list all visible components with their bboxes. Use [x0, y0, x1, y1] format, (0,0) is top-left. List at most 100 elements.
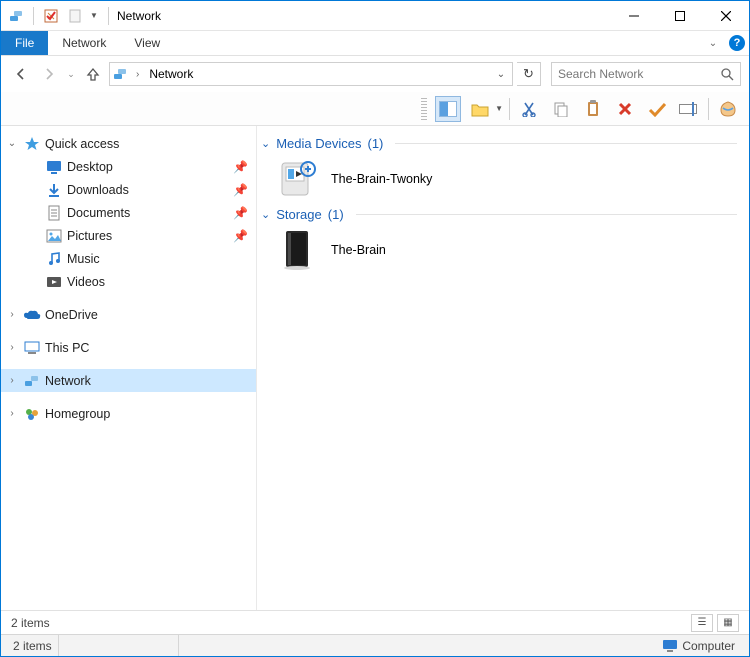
expand-icon[interactable]: ›	[1, 309, 23, 320]
navigation-pane[interactable]: ⌄ Quick access · Desktop 📌 · Downloads 📌	[1, 126, 257, 610]
sidebar-item-documents[interactable]: · Documents 📌	[1, 201, 256, 224]
tab-view[interactable]: View	[120, 31, 174, 55]
window-title: Network	[113, 9, 161, 23]
sidebar-item-label: Downloads	[67, 183, 229, 197]
star-icon	[23, 135, 41, 153]
sidebar-item-label: Pictures	[67, 229, 229, 243]
explorer-window: ▼ Network File Network View ⌄ ? ⌄	[0, 0, 750, 657]
media-device-icon	[277, 159, 317, 199]
shell-extension-button[interactable]	[715, 96, 741, 122]
pictures-icon	[45, 227, 63, 245]
ribbon-collapse-icon[interactable]: ⌄	[701, 31, 725, 55]
sidebar-item-pictures[interactable]: · Pictures 📌	[1, 224, 256, 247]
secondary-status-bar: 2 items Computer	[1, 634, 749, 656]
group-title: Storage	[276, 207, 322, 222]
minimize-button[interactable]	[611, 1, 657, 31]
network-icon[interactable]	[5, 5, 27, 27]
pin-icon: 📌	[229, 229, 248, 243]
item-media-device[interactable]: The-Brain-Twonky	[261, 155, 737, 203]
help-button[interactable]: ?	[725, 31, 749, 55]
separator	[108, 7, 109, 25]
tab-network[interactable]: Network	[48, 31, 120, 55]
status-bar: 2 items ☰ ▦	[1, 610, 749, 634]
sidebar-item-label: Network	[45, 374, 248, 388]
separator	[509, 98, 510, 120]
sidebar-this-pc[interactable]: › This PC	[1, 336, 256, 359]
item-name: The-Brain	[331, 243, 386, 257]
back-button[interactable]	[9, 62, 33, 86]
address-bar[interactable]: › Network ⌄	[109, 62, 513, 86]
network-icon	[23, 372, 41, 390]
group-header-media-devices[interactable]: ⌄ Media Devices (1)	[261, 136, 737, 151]
new-folder-icon[interactable]	[64, 5, 86, 27]
tab-file[interactable]: File	[1, 31, 48, 55]
folder-options-button[interactable]	[467, 96, 493, 122]
item-count: 2 items	[7, 635, 59, 656]
collapse-icon[interactable]: ⌄	[261, 208, 270, 221]
sidebar-item-label: Desktop	[67, 160, 229, 174]
sidebar-quick-access[interactable]: ⌄ Quick access	[1, 132, 256, 155]
sidebar-item-label: Music	[67, 252, 248, 266]
sidebar-item-videos[interactable]: · Videos	[1, 270, 256, 293]
sidebar-item-label: Quick access	[45, 137, 248, 151]
downloads-icon	[45, 181, 63, 199]
recent-locations-dropdown[interactable]: ⌄	[65, 62, 77, 86]
title-bar: ▼ Network	[1, 1, 749, 31]
homegroup-icon	[23, 405, 41, 423]
sidebar-item-downloads[interactable]: · Downloads 📌	[1, 178, 256, 201]
up-button[interactable]	[81, 62, 105, 86]
maximize-button[interactable]	[657, 1, 703, 31]
music-icon	[45, 250, 63, 268]
pin-icon: 📌	[229, 160, 248, 174]
sidebar-onedrive[interactable]: › OneDrive	[1, 303, 256, 326]
sidebar-network[interactable]: › Network	[1, 369, 256, 392]
collapse-icon[interactable]: ⌄	[261, 137, 270, 150]
breadcrumb[interactable]: Network	[147, 67, 195, 81]
copy-button[interactable]	[548, 96, 574, 122]
toolbar: ▼	[1, 92, 749, 126]
onedrive-icon	[23, 306, 41, 324]
content-pane[interactable]: ⌄ Media Devices (1) The-Brain-Twonk	[257, 126, 749, 610]
paste-button[interactable]	[580, 96, 606, 122]
rule	[395, 143, 737, 144]
toolbar-grip[interactable]	[421, 98, 427, 120]
group-header-storage[interactable]: ⌄ Storage (1)	[261, 207, 737, 222]
expand-icon[interactable]: ›	[1, 342, 23, 353]
preview-pane-button[interactable]	[435, 96, 461, 122]
search-placeholder: Search Network	[558, 67, 721, 81]
help-icon: ?	[729, 35, 745, 51]
sidebar-item-label: Videos	[67, 275, 248, 289]
icons-view-button[interactable]: ▦	[717, 614, 739, 632]
address-dropdown-icon[interactable]: ⌄	[492, 69, 510, 80]
separator	[33, 7, 34, 25]
dropdown-icon[interactable]: ▼	[495, 104, 503, 113]
sidebar-homegroup[interactable]: › Homegroup	[1, 402, 256, 425]
computer-indicator[interactable]: Computer	[654, 639, 743, 653]
apply-button[interactable]	[644, 96, 670, 122]
ribbon-tabs: File Network View ⌄ ?	[1, 31, 749, 56]
sidebar-item-music[interactable]: · Music	[1, 247, 256, 270]
sidebar-item-label: OneDrive	[45, 308, 248, 322]
close-button[interactable]	[703, 1, 749, 31]
cut-button[interactable]	[516, 96, 542, 122]
sidebar-item-label: This PC	[45, 341, 248, 355]
details-view-button[interactable]: ☰	[691, 614, 713, 632]
sidebar-item-desktop[interactable]: · Desktop 📌	[1, 155, 256, 178]
chevron-right-icon[interactable]: ›	[132, 69, 143, 80]
item-storage-device[interactable]: The-Brain	[261, 226, 737, 274]
monitor-icon	[662, 639, 678, 653]
search-input[interactable]: Search Network	[551, 62, 741, 86]
expand-icon[interactable]: ›	[1, 408, 23, 419]
refresh-button[interactable]: ↻	[517, 62, 541, 86]
expand-icon[interactable]: ›	[1, 375, 23, 386]
sidebar-item-label: Homegroup	[45, 407, 248, 421]
group-count: (1)	[367, 136, 383, 151]
properties-icon[interactable]	[40, 5, 62, 27]
search-icon	[721, 68, 734, 81]
delete-button[interactable]	[612, 96, 638, 122]
forward-button[interactable]	[37, 62, 61, 86]
pin-icon: 📌	[229, 183, 248, 197]
qat-dropdown-icon[interactable]: ▼	[88, 5, 100, 27]
collapse-icon[interactable]: ⌄	[1, 138, 23, 149]
rename-button[interactable]	[676, 96, 702, 122]
